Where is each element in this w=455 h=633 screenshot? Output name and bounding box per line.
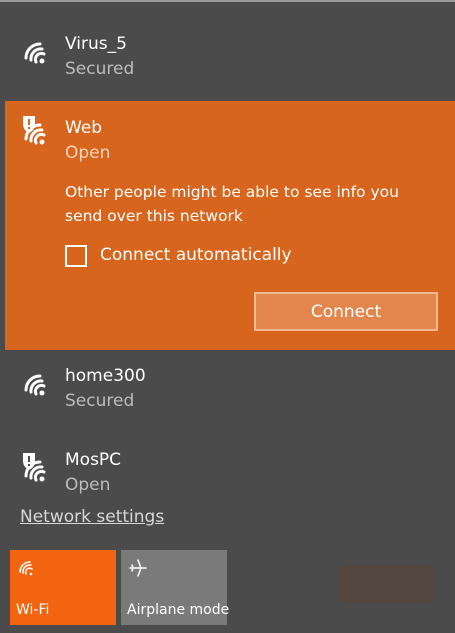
network-item-web-selected[interactable]: Web Open Other people might be able to s… bbox=[5, 101, 455, 350]
security-warning-text: Other people might be able to see info y… bbox=[65, 183, 399, 225]
airplane-mode-tile[interactable]: Airplane mode bbox=[121, 550, 230, 625]
network-status: Secured bbox=[65, 59, 135, 79]
airplane-tile-label: Airplane mode bbox=[127, 602, 230, 618]
network-item-virus5[interactable]: Virus_5 Secured bbox=[0, 30, 455, 110]
network-item-home300[interactable]: home300 Secured bbox=[0, 362, 455, 442]
flyout-top-edge bbox=[0, 0, 455, 2]
network-settings-link[interactable]: Network settings bbox=[20, 507, 164, 527]
network-status: Open bbox=[65, 475, 111, 495]
wifi-warning-icon bbox=[23, 453, 46, 482]
airplane-icon bbox=[129, 559, 147, 577]
wifi-toggle-tile[interactable]: Wi-Fi bbox=[10, 550, 116, 625]
network-flyout: Virus_5 Secured Web Open Other people mi… bbox=[0, 0, 455, 633]
connect-automatically-checkbox[interactable] bbox=[65, 245, 87, 267]
network-item-mospc[interactable]: MosPC Open bbox=[0, 446, 455, 496]
background-window-fragment bbox=[338, 565, 434, 603]
network-name: Virus_5 bbox=[65, 34, 127, 54]
connect-button[interactable]: Connect bbox=[254, 292, 438, 331]
connect-automatically-label: Connect automatically bbox=[100, 245, 292, 265]
network-name: MosPC bbox=[65, 450, 122, 470]
network-name: Web bbox=[65, 118, 103, 138]
wifi-warning-icon bbox=[23, 116, 46, 145]
wifi-tile-label: Wi-Fi bbox=[16, 602, 50, 618]
wifi-icon bbox=[19, 561, 33, 576]
wifi-signal-icon bbox=[24, 42, 46, 64]
network-name: home300 bbox=[65, 366, 146, 386]
network-status: Open bbox=[65, 143, 111, 163]
wifi-signal-icon bbox=[24, 374, 46, 396]
network-status: Secured bbox=[65, 391, 135, 411]
